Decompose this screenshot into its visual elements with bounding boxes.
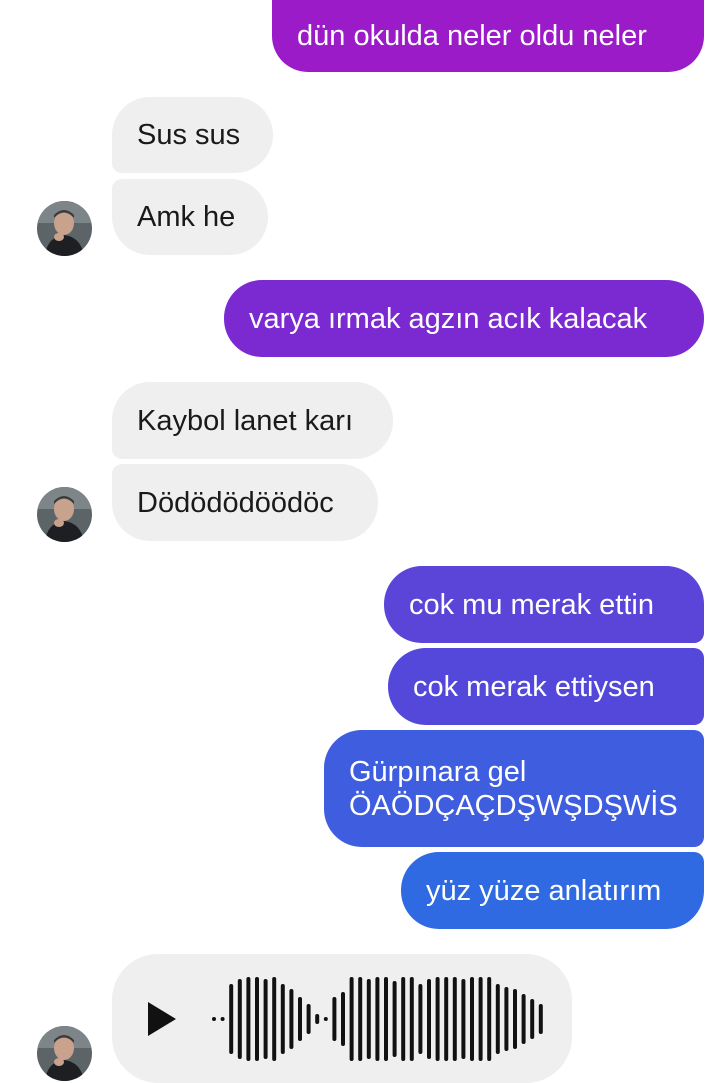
waveform-bar xyxy=(478,977,483,1061)
message-text: dün okulda neler oldu neler xyxy=(297,20,647,52)
play-button[interactable] xyxy=(146,1002,178,1036)
outgoing-message[interactable]: cok mu merak ettin xyxy=(384,566,704,643)
contact-avatar[interactable] xyxy=(37,487,92,542)
waveform-bar xyxy=(315,1014,320,1024)
incoming-message[interactable]: Kaybol lanet karı xyxy=(112,382,393,459)
waveform-bar xyxy=(530,999,535,1039)
waveform-bar xyxy=(298,997,302,1041)
waveform-bar xyxy=(366,979,371,1059)
waveform-bar xyxy=(349,977,354,1061)
waveform-bar xyxy=(435,977,440,1061)
waveform-bar xyxy=(255,977,259,1061)
outgoing-message[interactable]: Gürpınara gel ÖAÖDÇAÇDŞWŞDŞWİS xyxy=(324,730,704,847)
waveform-bar xyxy=(263,979,268,1059)
contact-avatar[interactable] xyxy=(37,201,92,256)
message-text: cok merak ettiysen xyxy=(413,670,655,703)
play-icon xyxy=(148,1002,176,1036)
outgoing-message[interactable]: varya ırmak agzın acık kalacak xyxy=(224,280,704,357)
waveform-bar xyxy=(427,979,431,1059)
message-text-line: Gürpınara gel xyxy=(349,755,527,788)
waveform-bar xyxy=(504,987,509,1051)
waveform-bar xyxy=(470,977,474,1061)
contact-avatar[interactable] xyxy=(37,1026,92,1081)
message-text: cok mu merak ettin xyxy=(409,588,654,621)
message-text: Dödödödöödöc xyxy=(137,486,334,519)
waveform-bar xyxy=(375,977,380,1061)
incoming-message[interactable]: Dödödödöödöc xyxy=(112,464,378,541)
audio-waveform[interactable] xyxy=(208,974,548,1064)
waveform-bar xyxy=(289,989,294,1049)
outgoing-message[interactable]: cok merak ettiysen xyxy=(388,648,704,725)
waveform-bar xyxy=(229,984,234,1054)
waveform-bar xyxy=(272,977,277,1061)
waveform-bar xyxy=(495,984,500,1054)
waveform-bar xyxy=(358,977,363,1061)
waveform-bar xyxy=(461,979,466,1059)
waveform-bar xyxy=(444,977,449,1061)
incoming-message[interactable]: Amk he xyxy=(112,179,268,255)
waveform-bar xyxy=(332,997,337,1041)
waveform-bar xyxy=(246,977,251,1061)
waveform-bar xyxy=(212,1017,216,1021)
waveform-bar xyxy=(513,989,517,1049)
outgoing-message[interactable]: dün okulda neler oldu neler xyxy=(272,0,704,72)
waveform-bar xyxy=(538,1004,543,1034)
voice-message[interactable] xyxy=(112,954,572,1083)
waveform-bar xyxy=(341,992,345,1046)
outgoing-message[interactable]: yüz yüze anlatırım xyxy=(401,852,704,929)
chat-thread: dün okulda neler oldu neler Sus sus Amk … xyxy=(0,0,720,1083)
message-text: Kaybol lanet karı xyxy=(137,404,354,437)
waveform-bar xyxy=(487,977,492,1061)
waveform-bar xyxy=(323,1017,328,1021)
waveform-bar xyxy=(237,979,242,1059)
waveform-bar xyxy=(384,977,388,1061)
waveform-bar xyxy=(452,977,457,1061)
incoming-message[interactable]: Sus sus xyxy=(112,97,273,173)
message-text: Sus sus xyxy=(137,119,241,151)
waveform-bar xyxy=(280,984,285,1054)
waveform-bar xyxy=(521,994,526,1044)
waveform-bar xyxy=(401,977,406,1061)
waveform-bar xyxy=(306,1004,311,1034)
waveform-bar xyxy=(220,1017,225,1021)
message-text: varya ırmak agzın acık kalacak xyxy=(249,302,648,335)
message-text: Amk he xyxy=(137,201,236,233)
message-text: yüz yüze anlatırım xyxy=(426,874,662,907)
message-text-line: ÖAÖDÇAÇDŞWŞDŞWİS xyxy=(349,789,678,822)
waveform-bar xyxy=(392,981,397,1057)
waveform-bar xyxy=(418,984,423,1054)
waveform-bar xyxy=(409,977,414,1061)
